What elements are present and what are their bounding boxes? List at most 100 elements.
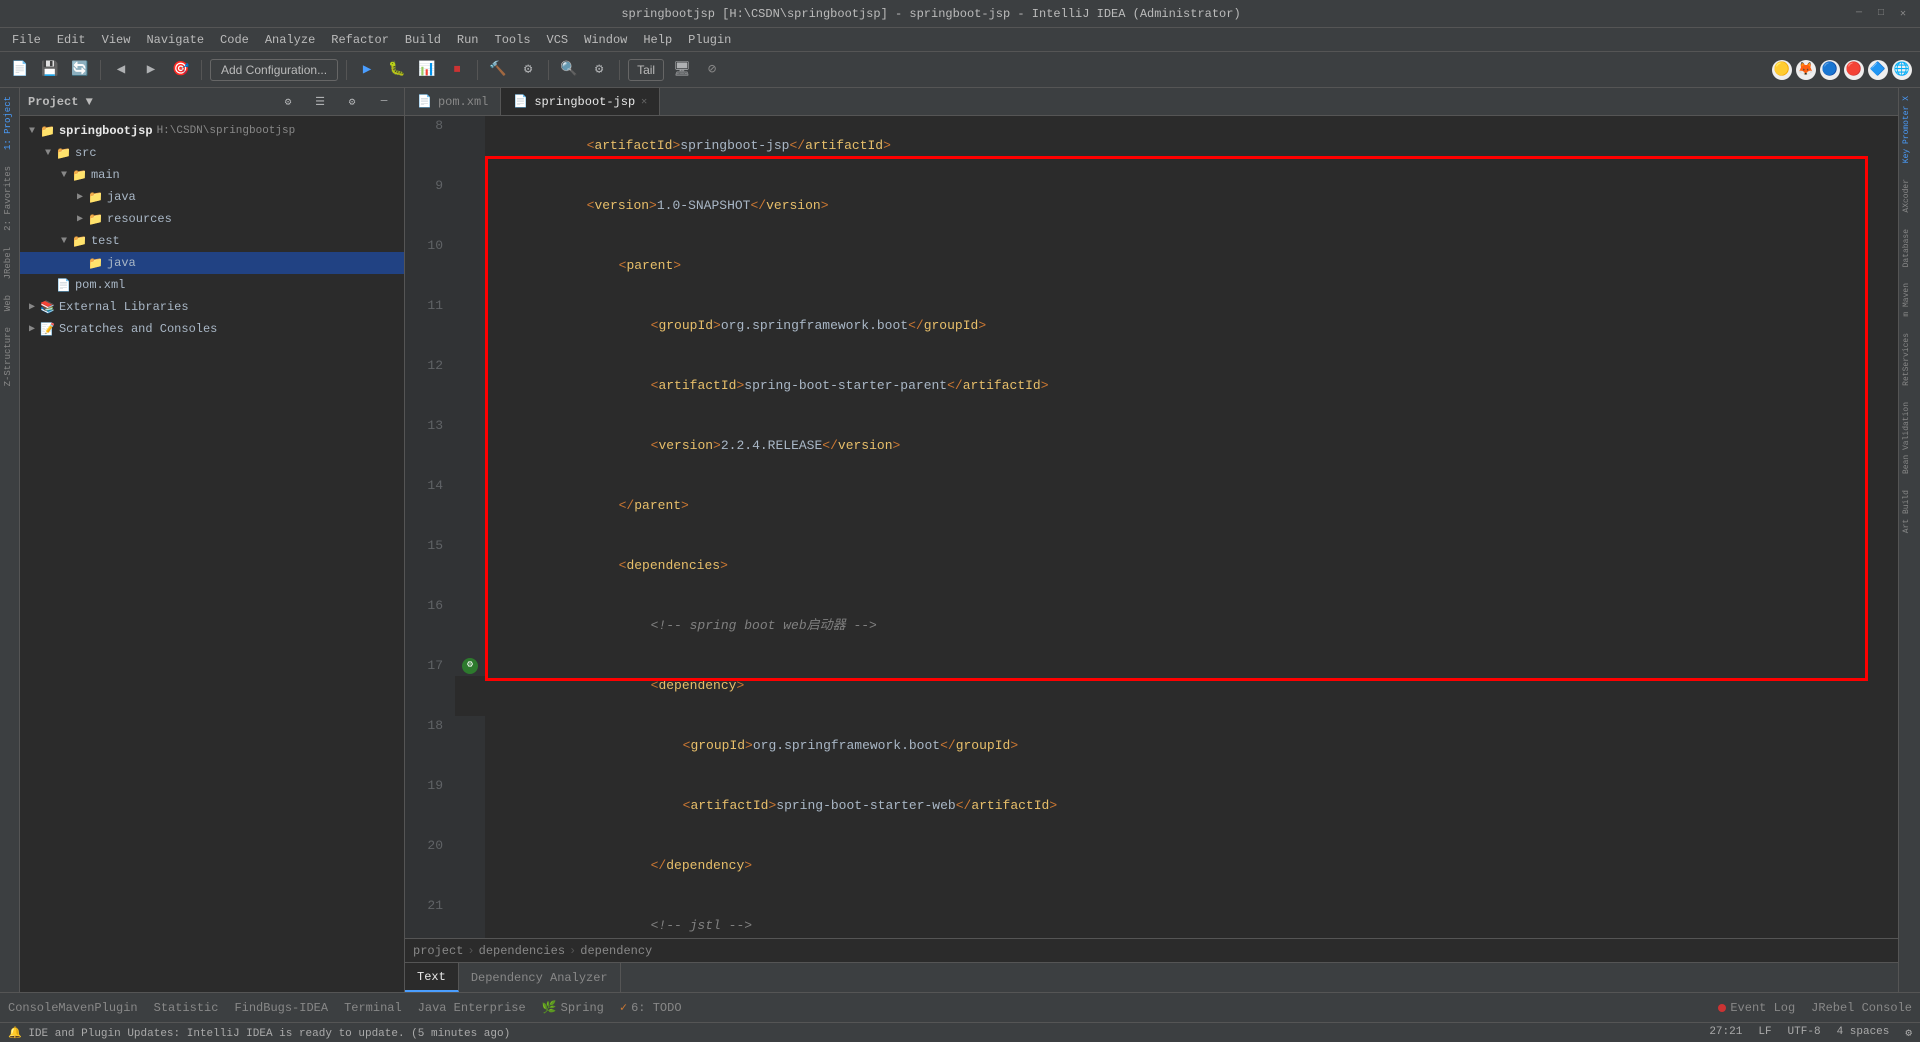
menu-analyze[interactable]: Analyze: [259, 31, 321, 49]
vtab-favorites[interactable]: 2: Favorites: [0, 158, 19, 239]
tool-findbugs[interactable]: FindBugs-IDEA: [234, 1001, 328, 1015]
menu-help[interactable]: Help: [637, 31, 678, 49]
tab-close-button[interactable]: ✕: [641, 96, 647, 108]
add-configuration-button[interactable]: Add Configuration...: [210, 59, 338, 81]
menu-navigate[interactable]: Navigate: [140, 31, 210, 49]
menu-edit[interactable]: Edit: [51, 31, 92, 49]
vtab-structure[interactable]: Z-Structure: [0, 319, 19, 394]
menu-view[interactable]: View: [96, 31, 137, 49]
project-layout-icon[interactable]: ☰: [308, 90, 332, 114]
tab-pom-xml[interactable]: 📄 pom.xml: [405, 88, 501, 115]
tab-text[interactable]: Text: [405, 963, 459, 992]
vtab-bean-validation[interactable]: Bean Validation: [1899, 394, 1920, 482]
menu-window[interactable]: Window: [578, 31, 633, 49]
project-close-icon[interactable]: ─: [372, 90, 396, 114]
sync-button[interactable]: 🔄: [68, 58, 92, 82]
tool-terminal[interactable]: Terminal: [344, 1001, 402, 1015]
stop-icon[interactable]: ⊘: [700, 58, 724, 82]
vtab-axcoder[interactable]: AXcoder: [1899, 171, 1920, 221]
code-18[interactable]: <groupId>org.springframework.boot</group…: [485, 716, 1898, 776]
status-position[interactable]: 27:21: [1709, 1026, 1742, 1040]
tree-item-main[interactable]: ▼ 📁 main: [20, 164, 404, 186]
run-button[interactable]: ▶: [355, 58, 379, 82]
menu-tools[interactable]: Tools: [489, 31, 537, 49]
edge-icon[interactable]: 🔷: [1868, 60, 1888, 80]
ant-build[interactable]: 🔨: [486, 58, 510, 82]
tool-console-maven[interactable]: ConsoleMavenPlugin: [8, 1001, 138, 1015]
tree-item-resources[interactable]: ▶ 📁 resources: [20, 208, 404, 230]
code-11[interactable]: <groupId>org.springframework.boot</group…: [485, 296, 1898, 356]
breadcrumb-project[interactable]: project: [413, 944, 463, 958]
vtab-database[interactable]: Database: [1899, 221, 1920, 275]
vtab-web[interactable]: Web: [0, 287, 19, 319]
code-14[interactable]: </parent>: [485, 476, 1898, 536]
tool-jrebel-console[interactable]: JRebel Console: [1811, 1001, 1912, 1015]
run-with-coverage[interactable]: 📊: [415, 58, 439, 82]
breadcrumb-dependencies[interactable]: dependencies: [479, 944, 565, 958]
tree-item-root[interactable]: ▼ 📁 springbootjsp H:\CSDN\springbootjsp: [20, 120, 404, 142]
monitor-icon[interactable]: 🖥: [670, 58, 694, 82]
code-12[interactable]: <artifactId>spring-boot-starter-parent</…: [485, 356, 1898, 416]
gutter-17[interactable]: ⚙: [455, 656, 485, 676]
code-15[interactable]: <dependencies>: [485, 536, 1898, 596]
menu-run[interactable]: Run: [451, 31, 485, 49]
code-13[interactable]: <version>2.2.4.RELEASE</version>: [485, 416, 1898, 476]
tree-item-src[interactable]: ▼ 📁 src: [20, 142, 404, 164]
vtab-jrebel[interactable]: JRebel: [0, 239, 19, 287]
tab-springboot-jsp[interactable]: 📄 springboot-jsp ✕: [501, 88, 660, 115]
forward-button[interactable]: ▶: [139, 58, 163, 82]
tool-statistic[interactable]: Statistic: [154, 1001, 219, 1015]
status-encoding[interactable]: UTF-8: [1788, 1026, 1821, 1040]
code-20[interactable]: </dependency>: [485, 836, 1898, 896]
maximize-button[interactable]: □: [1874, 7, 1888, 21]
stop-button[interactable]: ⏹: [445, 58, 469, 82]
tree-item-test[interactable]: ▼ 📁 test: [20, 230, 404, 252]
vtab-maven[interactable]: m Maven: [1899, 275, 1920, 325]
nav-button[interactable]: 🎯: [169, 58, 193, 82]
chrome-icon[interactable]: 🟡: [1772, 60, 1792, 80]
vtab-key-promoter[interactable]: Key Promoter X: [1899, 88, 1920, 171]
code-9[interactable]: <version>1.0-SNAPSHOT</version>: [485, 176, 1898, 236]
vtab-art-build[interactable]: Art Build: [1899, 482, 1920, 541]
more-button[interactable]: ⚙: [516, 58, 540, 82]
gutter-icon-17[interactable]: ⚙: [462, 658, 478, 674]
menu-refactor[interactable]: Refactor: [325, 31, 395, 49]
status-lf[interactable]: LF: [1758, 1026, 1771, 1040]
tree-item-ext-libs[interactable]: ▶ 📚 External Libraries: [20, 296, 404, 318]
project-settings-icon[interactable]: ⚙: [276, 90, 300, 114]
back-button[interactable]: ◀: [109, 58, 133, 82]
tool-spring[interactable]: 🌿 Spring: [542, 1000, 604, 1015]
vtab-project[interactable]: 1: Project: [0, 88, 19, 158]
code-8[interactable]: <artifactId>springboot-jsp</artifactId>: [485, 116, 1898, 176]
tree-item-test-java[interactable]: 📁 java: [20, 252, 404, 274]
tree-item-main-java[interactable]: ▶ 📁 java: [20, 186, 404, 208]
search-everywhere[interactable]: 🔍: [557, 58, 581, 82]
project-gear-icon[interactable]: ⚙: [340, 90, 364, 114]
menu-build[interactable]: Build: [399, 31, 447, 49]
menu-code[interactable]: Code: [214, 31, 255, 49]
code-19[interactable]: <artifactId>spring-boot-starter-web</art…: [485, 776, 1898, 836]
minimize-button[interactable]: ─: [1852, 7, 1866, 21]
code-16[interactable]: <!-- spring boot web启动器 -->: [485, 596, 1898, 656]
code-21[interactable]: <!-- jstl -->: [485, 896, 1898, 938]
code-editor[interactable]: 8 <artifactId>springboot-jsp</artifactId…: [405, 116, 1898, 938]
tool-java-enterprise[interactable]: Java Enterprise: [418, 1001, 526, 1015]
browser5-icon[interactable]: 🌐: [1892, 60, 1912, 80]
menu-plugin[interactable]: Plugin: [682, 31, 737, 49]
status-indent[interactable]: 4 spaces: [1837, 1026, 1890, 1040]
tail-button[interactable]: Tail: [628, 59, 664, 81]
firefox-icon[interactable]: 🦊: [1796, 60, 1816, 80]
ie-icon[interactable]: 🔵: [1820, 60, 1840, 80]
tree-item-pom[interactable]: 📄 pom.xml: [20, 274, 404, 296]
tool-todo[interactable]: ✓ 6: TODO: [620, 1000, 682, 1015]
close-button[interactable]: ✕: [1896, 7, 1910, 21]
debug-button[interactable]: 🐛: [385, 58, 409, 82]
menu-file[interactable]: File: [6, 31, 47, 49]
new-file-button[interactable]: 📄: [8, 58, 32, 82]
code-17[interactable]: <dependency>: [485, 656, 1898, 716]
opera-icon[interactable]: 🔴: [1844, 60, 1864, 80]
save-button[interactable]: 💾: [38, 58, 62, 82]
tab-dependency-analyzer[interactable]: Dependency Analyzer: [459, 963, 621, 992]
menu-vcs[interactable]: VCS: [541, 31, 575, 49]
vtab-retservices[interactable]: RetServices: [1899, 325, 1920, 394]
